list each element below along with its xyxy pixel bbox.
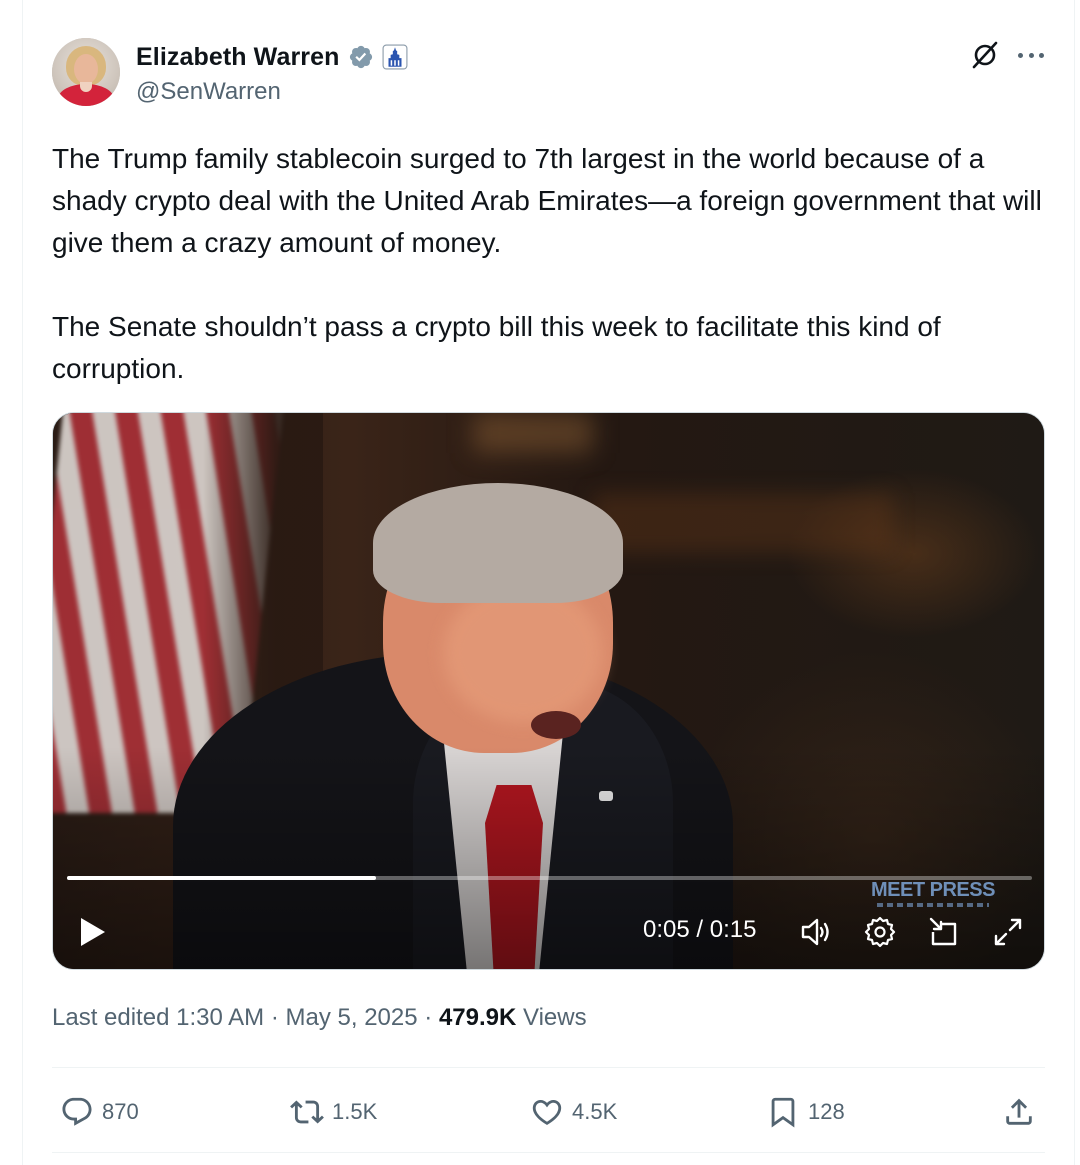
right-border — [1074, 0, 1075, 1165]
broadcaster-watermark: MEET PRESS — [871, 879, 1007, 915]
action-bar: 870 1.5K 4.5K 128 — [52, 1090, 1045, 1134]
play-icon[interactable] — [77, 915, 109, 949]
tweet-header: Elizabeth Warren @SenWarren — [52, 38, 1052, 110]
repost-button[interactable]: 1.5K — [290, 1090, 377, 1134]
video-player[interactable]: MEET PRESS 0:05 / 0:15 — [52, 412, 1045, 970]
tweet-paragraph: The Trump family stablecoin surged to 7t… — [52, 143, 1042, 258]
bookmark-icon — [771, 1097, 795, 1128]
like-button[interactable]: 4.5K — [530, 1090, 617, 1134]
bookmark-count: 128 — [808, 1099, 845, 1124]
share-button[interactable] — [1002, 1090, 1036, 1134]
reply-icon — [62, 1097, 92, 1126]
repost-count: 1.5K — [332, 1099, 378, 1124]
left-border — [22, 0, 23, 1165]
reply-button[interactable]: 870 — [60, 1090, 139, 1134]
views-label: Views — [523, 1004, 587, 1031]
meta-separator: · — [270, 1004, 286, 1031]
edited-timestamp[interactable]: Last edited 1:30 AM — [52, 1004, 264, 1031]
author-name-row: Elizabeth Warren — [136, 42, 408, 72]
views-count: 479.9K — [438, 1004, 517, 1031]
bookmark-button[interactable]: 128 — [766, 1090, 845, 1134]
picture-in-picture-icon[interactable] — [927, 915, 961, 949]
tweet-metadata: Last edited 1:30 AM · May 5, 2025 · 479.… — [52, 1004, 587, 1032]
repost-icon — [290, 1100, 324, 1124]
tweet-text: The Trump family stablecoin surged to 7t… — [52, 138, 1052, 390]
video-progress-bar[interactable] — [67, 876, 1032, 880]
verified-badge-icon[interactable] — [348, 44, 374, 70]
reply-count: 870 — [102, 1099, 139, 1124]
settings-gear-icon[interactable] — [863, 915, 897, 949]
volume-icon[interactable] — [799, 915, 833, 949]
more-options-icon[interactable] — [1016, 44, 1046, 66]
government-badge-icon[interactable] — [382, 44, 408, 70]
divider — [52, 1067, 1045, 1068]
divider — [52, 1152, 1045, 1153]
share-icon — [1006, 1098, 1032, 1125]
author-name[interactable]: Elizabeth Warren — [136, 43, 340, 72]
meta-separator: · — [424, 1004, 439, 1031]
watermark-text: MEET PRESS — [871, 879, 995, 901]
like-count: 4.5K — [572, 1099, 618, 1124]
video-time: 0:05 / 0:15 — [643, 916, 757, 943]
avatar[interactable] — [52, 38, 120, 106]
fullscreen-icon[interactable] — [991, 915, 1025, 949]
tweet-paragraph: The Senate shouldn’t pass a crypto bill … — [52, 311, 941, 384]
heart-icon — [532, 1099, 562, 1125]
grok-icon[interactable] — [970, 40, 1000, 70]
post-date[interactable]: May 5, 2025 — [286, 1004, 418, 1031]
author-handle[interactable]: @SenWarren — [136, 78, 281, 106]
video-progress-fill — [67, 876, 376, 880]
